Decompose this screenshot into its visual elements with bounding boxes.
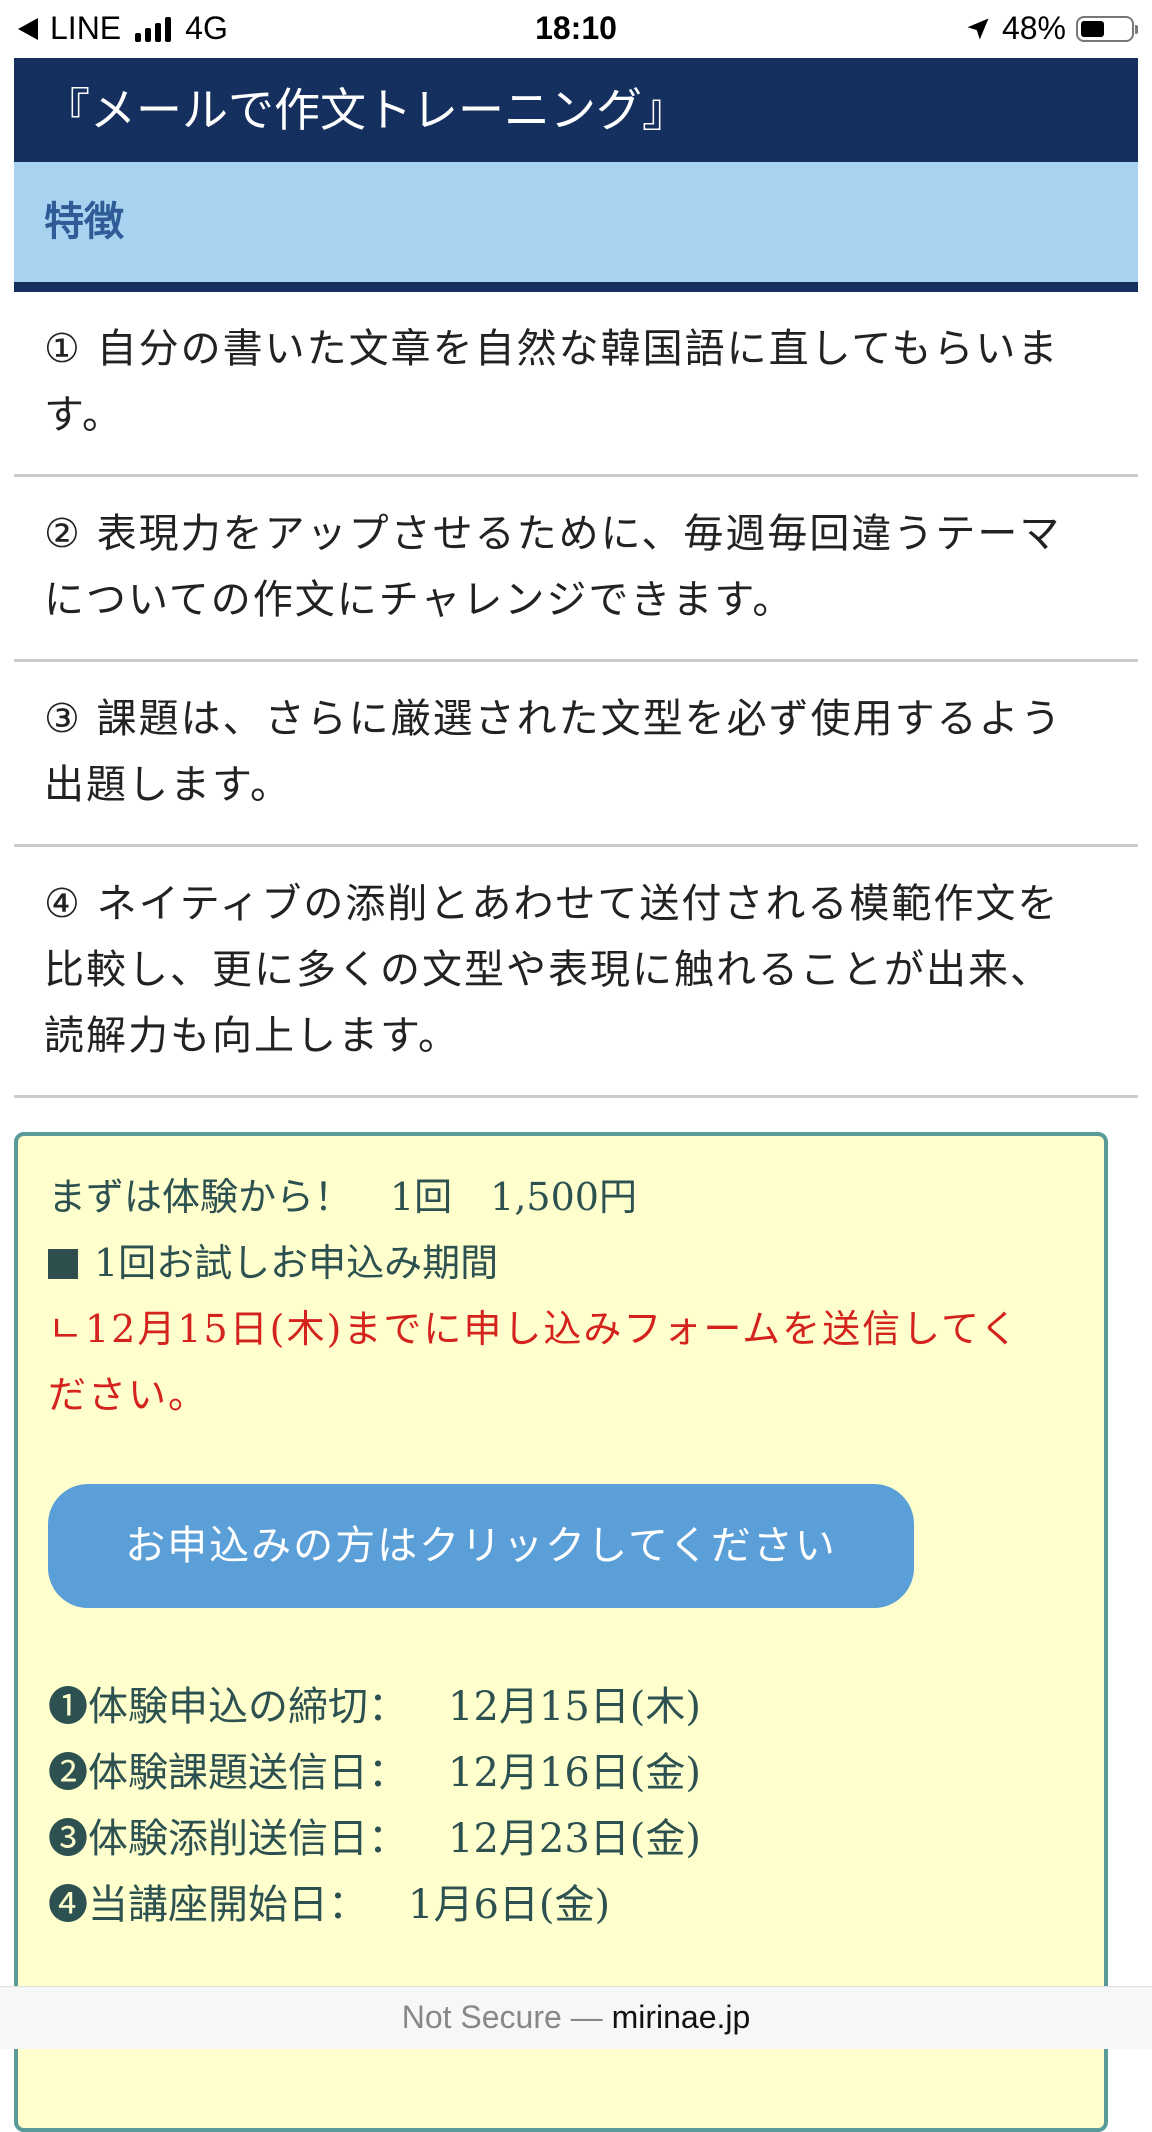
schedule-label: ❶体験申込の締切： xyxy=(48,1684,408,1730)
security-status: Not Secure — xyxy=(401,1999,603,2035)
schedule-row: ❹当講座開始日： 1月6日(金) xyxy=(48,1872,701,1938)
feature-item-2: ② 表現力をアップさせるために、毎週毎回違うテーマについての作文にチャレンジでき… xyxy=(14,477,1138,662)
feature-item-1: ① 自分の書いた文章を自然な韓国語に直してもらいます。 xyxy=(14,292,1138,477)
location-arrow-icon xyxy=(967,18,989,39)
trial-notice-box: まずは体験から！ 1回 1,500円 1回お試しお申込み期間 ㄴ12月15日(木… xyxy=(14,1132,1108,2132)
page-title: 『メールで作文トレーニング』 xyxy=(14,58,1138,162)
notice-text: まずは体験から！ 1回 1,500円 1回お試しお申込み期間 ㄴ12月15日(木… xyxy=(48,1164,1044,1428)
schedule-label: ❹当講座開始日： xyxy=(48,1882,368,1928)
schedule-list: ❶体験申込の締切： 12月15日(木) ❷体験課題送信日： 12月16日(金) ❸体… xyxy=(48,1674,701,1938)
application-period-label: 1回お試しお申込み期間 xyxy=(94,1241,499,1285)
battery-fill xyxy=(1081,20,1104,37)
page-content: 『メールで作文トレーニング』 特徴 ① 自分の書いた文章を自然な韓国語に直しても… xyxy=(14,58,1138,1098)
schedule-label: ❷体験課題送信日： xyxy=(48,1750,408,1796)
schedule-label: ❸体験添削送信日： xyxy=(48,1816,408,1862)
trial-price-line: まずは体験から！ 1回 1,500円 xyxy=(48,1175,637,1219)
application-period-line: 1回お試しお申込み期間 xyxy=(48,1230,1044,1296)
url-domain[interactable]: mirinae.jp xyxy=(612,1999,751,2035)
battery-icon xyxy=(1076,15,1138,42)
battery-percent: 48% xyxy=(1001,10,1066,46)
square-bullet-icon xyxy=(48,1249,78,1279)
apply-button[interactable]: お申込みの方はクリックしてください xyxy=(48,1484,914,1608)
schedule-row: ❷体験課題送信日： 12月16日(金) xyxy=(48,1740,701,1806)
schedule-row: ❸体験添削送信日： 12月23日(金) xyxy=(48,1806,701,1872)
status-bar: LINE 4G 18:10 48% xyxy=(0,0,1152,58)
section-heading-features: 特徴 xyxy=(14,162,1138,292)
status-bar-right: 48% xyxy=(964,10,1138,47)
address-bar[interactable]: Not Secure — mirinae.jp xyxy=(0,1986,1152,2049)
feature-item-4: ④ ネイティブの添削とあわせて送付される模範作文を比較し、更に多くの文型や表現に… xyxy=(14,847,1138,1098)
feature-item-3: ③ 課題は、さらに厳選された文型を必ず使用するよう出題します。 xyxy=(14,662,1138,847)
schedule-date: 1月6日(金) xyxy=(408,1882,611,1928)
schedule-row: ❶体験申込の締切： 12月15日(木) xyxy=(48,1674,701,1740)
feature-list: ① 自分の書いた文章を自然な韓国語に直してもらいます。 ② 表現力をアップさせる… xyxy=(14,292,1138,1098)
schedule-date: 12月15日(木) xyxy=(448,1684,702,1730)
schedule-date: 12月23日(金) xyxy=(448,1816,702,1862)
schedule-date: 12月16日(金) xyxy=(448,1750,702,1796)
deadline-note: ㄴ12月15日(木)までに申し込みフォームを送信してください。 xyxy=(48,1307,1020,1417)
